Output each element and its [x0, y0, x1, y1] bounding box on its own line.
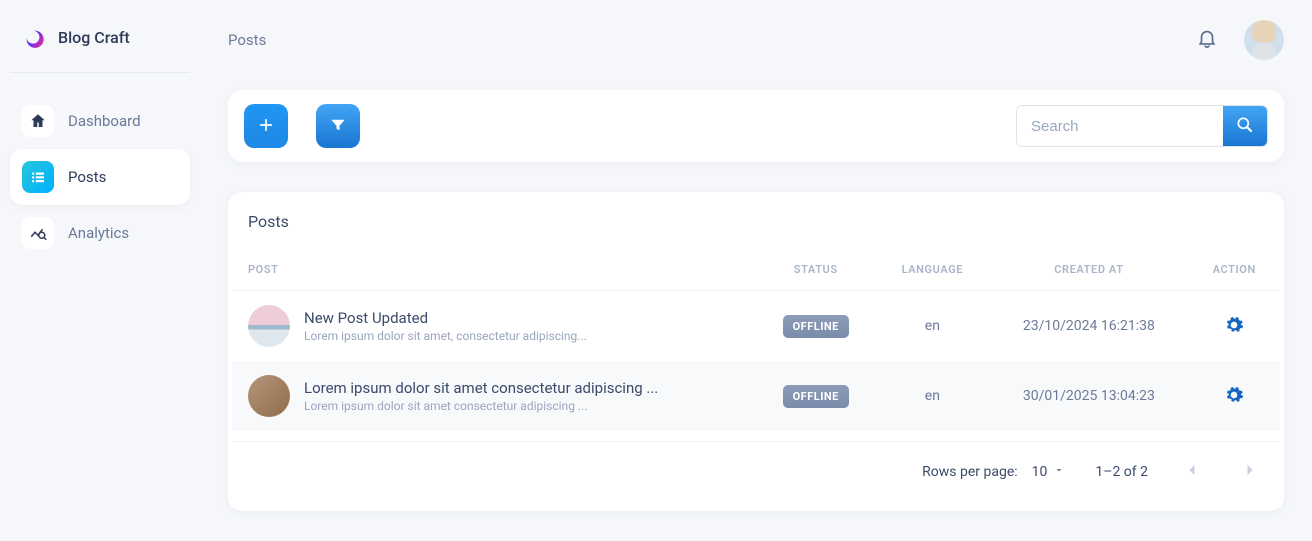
sidebar-item-dashboard[interactable]: Dashboard — [10, 93, 190, 149]
search — [1016, 105, 1268, 147]
home-icon — [22, 105, 54, 137]
search-button[interactable] — [1223, 106, 1267, 146]
sidebar-item-label: Posts — [68, 168, 106, 186]
post-title: Lorem ipsum dolor sit amet consectetur a… — [304, 379, 658, 397]
sidebar-item-label: Dashboard — [68, 112, 141, 130]
chevron-left-icon — [1182, 460, 1202, 483]
search-input[interactable] — [1017, 106, 1223, 146]
gear-icon — [1224, 393, 1244, 408]
post-subtitle: Lorem ipsum dolor sit amet consectetur a… — [304, 399, 658, 413]
post-language: en — [875, 361, 989, 431]
post-thumbnail — [248, 305, 290, 347]
table-row: Lorem ipsum dolor sit amet consectetur a… — [232, 361, 1280, 431]
post-created: 23/10/2024 16:21:38 — [989, 291, 1188, 362]
chevron-right-icon — [1240, 460, 1260, 483]
pagination: Rows per page: 10 1–2 of 2 — [232, 441, 1280, 505]
brand-logo-icon — [20, 20, 46, 54]
sidebar-item-label: Analytics — [68, 224, 129, 242]
avatar[interactable] — [1244, 20, 1284, 60]
page-title: Posts — [228, 31, 266, 49]
row-action-button[interactable] — [1220, 311, 1248, 342]
filter-button[interactable] — [316, 104, 360, 148]
post-created: 30/01/2025 13:04:23 — [989, 361, 1188, 431]
rows-per-page-label: Rows per page: — [922, 464, 1017, 480]
sidebar: Blog Craft Dashboard Posts — [0, 0, 200, 541]
filter-icon — [329, 116, 347, 137]
list-icon — [22, 161, 54, 193]
column-post: POST — [232, 253, 756, 291]
prev-page-button[interactable] — [1178, 456, 1206, 487]
sidebar-item-posts[interactable]: Posts — [10, 149, 190, 205]
topbar: Posts — [228, 20, 1284, 60]
status-badge: OFFLINE — [783, 385, 849, 408]
row-action-button[interactable] — [1220, 381, 1248, 412]
brand-name: Blog Craft — [58, 28, 130, 47]
table-row: New Post Updated Lorem ipsum dolor sit a… — [232, 291, 1280, 362]
rows-per-page-value: 10 — [1032, 464, 1048, 480]
post-thumbnail — [248, 375, 290, 417]
add-button[interactable] — [244, 104, 288, 148]
gear-icon — [1224, 323, 1244, 338]
next-page-button[interactable] — [1236, 456, 1264, 487]
post-subtitle: Lorem ipsum dolor sit amet, consectetur … — [304, 329, 587, 343]
chevron-down-icon — [1053, 464, 1065, 480]
post-title: New Post Updated — [304, 309, 587, 327]
notifications-icon[interactable] — [1196, 27, 1218, 53]
plus-icon — [256, 115, 276, 138]
toolbar — [228, 90, 1284, 162]
search-icon — [1235, 115, 1255, 138]
posts-table-card: Posts POST STATUS LANGUAGE CREATED AT AC… — [228, 192, 1284, 511]
table-title: Posts — [248, 212, 1264, 231]
column-created: CREATED AT — [989, 253, 1188, 291]
column-language: LANGUAGE — [875, 253, 989, 291]
rows-per-page-select[interactable]: 10 — [1032, 464, 1066, 480]
column-action: ACTION — [1189, 253, 1280, 291]
main: Posts — [200, 0, 1312, 541]
analytics-icon — [22, 217, 54, 249]
post-language: en — [875, 291, 989, 362]
brand: Blog Craft — [10, 20, 190, 73]
column-status: STATUS — [756, 253, 875, 291]
posts-table: POST STATUS LANGUAGE CREATED AT ACTION — [232, 253, 1280, 431]
sidebar-item-analytics[interactable]: Analytics — [10, 205, 190, 261]
pagination-range: 1–2 of 2 — [1095, 464, 1148, 480]
status-badge: OFFLINE — [783, 315, 849, 338]
